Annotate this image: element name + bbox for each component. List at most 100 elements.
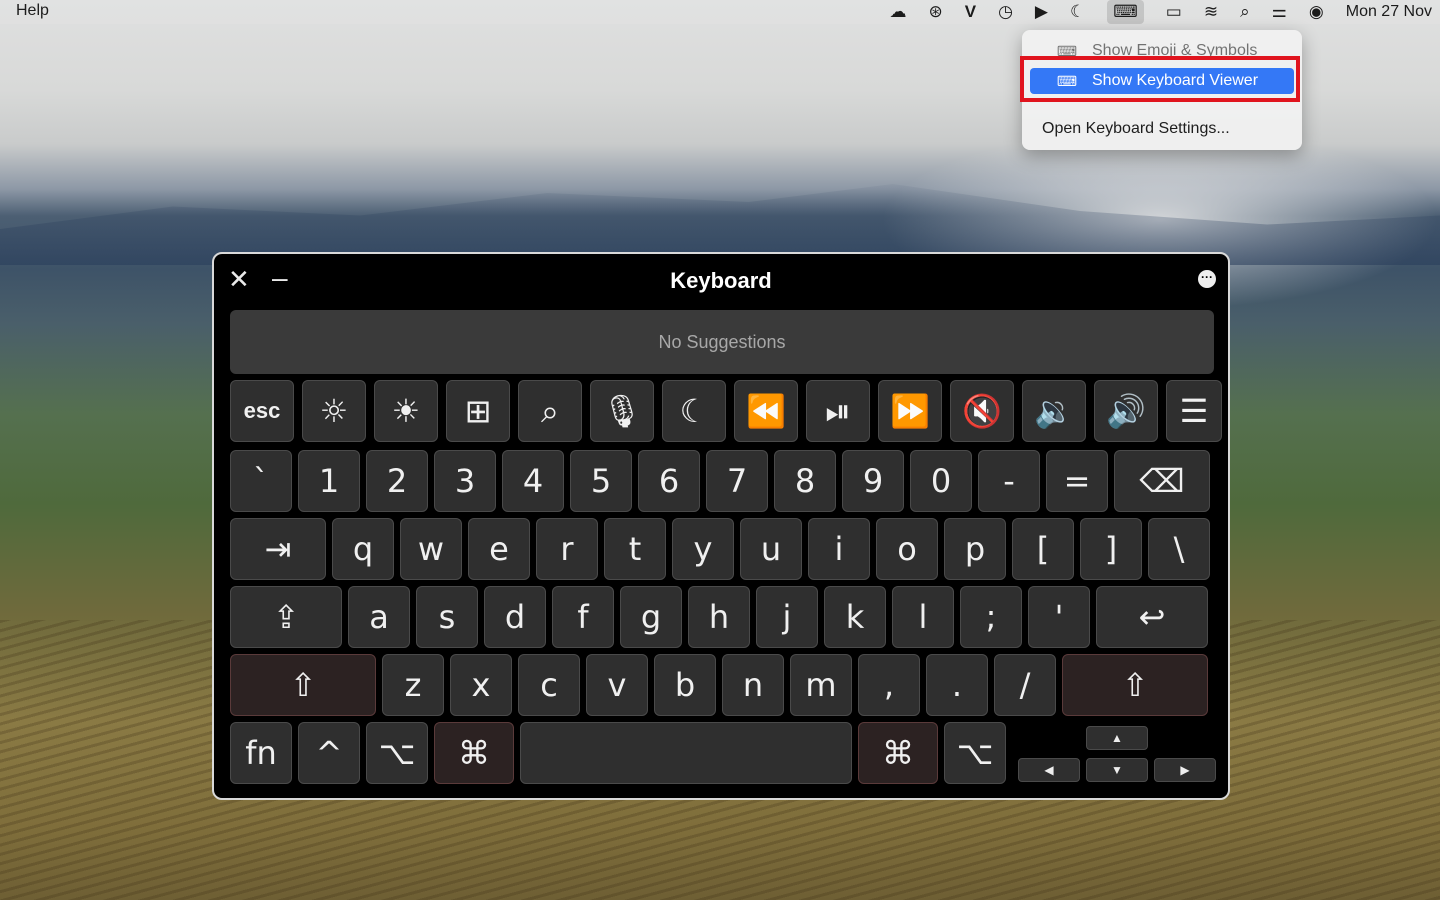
- cloud-icon[interactable]: ☁: [889, 0, 906, 24]
- moon-icon[interactable]: ☾: [1070, 0, 1085, 24]
- battery-icon[interactable]: ▭: [1166, 0, 1182, 24]
- key-fn-12[interactable]: 🔊: [1094, 380, 1158, 442]
- key-num-12[interactable]: =: [1046, 450, 1108, 512]
- key-arrow-down[interactable]: ▼: [1086, 758, 1148, 782]
- key-z-4[interactable]: v: [586, 654, 648, 716]
- key-q-10[interactable]: p: [944, 518, 1006, 580]
- key-z-8[interactable]: ,: [858, 654, 920, 716]
- key-num-13[interactable]: ⌫: [1114, 450, 1210, 512]
- key-arrow-left[interactable]: ◀: [1018, 758, 1080, 782]
- key-num-4[interactable]: 4: [502, 450, 564, 512]
- key-q-7[interactable]: u: [740, 518, 802, 580]
- key-z-9[interactable]: .: [926, 654, 988, 716]
- key-a-0[interactable]: ⇪: [230, 586, 342, 648]
- key-fn-7[interactable]: ⏪: [734, 380, 798, 442]
- key-z-10[interactable]: /: [994, 654, 1056, 716]
- search-icon[interactable]: ⌕: [1240, 0, 1250, 24]
- key-q-9[interactable]: o: [876, 518, 938, 580]
- key-num-6[interactable]: 6: [638, 450, 700, 512]
- key-q-2[interactable]: w: [400, 518, 462, 580]
- key-q-3[interactable]: e: [468, 518, 530, 580]
- key-a-9[interactable]: l: [892, 586, 954, 648]
- key-a-10[interactable]: ;: [960, 586, 1022, 648]
- title-bar: ✕ – Keyboard ···: [214, 254, 1228, 306]
- key-fn-1[interactable]: ☼: [302, 380, 366, 442]
- time-machine-icon[interactable]: ◷: [998, 0, 1013, 24]
- key-fn-10[interactable]: 🔇: [950, 380, 1014, 442]
- key-fn-2[interactable]: ☀: [374, 380, 438, 442]
- menu-item-label: Open Keyboard Settings...: [1042, 120, 1230, 137]
- key-num-5[interactable]: 5: [570, 450, 632, 512]
- vpn-icon[interactable]: V: [965, 0, 976, 24]
- key-bottom-3[interactable]: ⌘: [434, 722, 514, 784]
- key-bottom-1[interactable]: ^: [298, 722, 360, 784]
- key-arrow-right[interactable]: ▶: [1154, 758, 1216, 782]
- key-a-5[interactable]: g: [620, 586, 682, 648]
- key-bottom-2[interactable]: ⌥: [366, 722, 428, 784]
- menu-help[interactable]: Help: [16, 2, 49, 20]
- key-fn-6[interactable]: ☾: [662, 380, 726, 442]
- key-num-1[interactable]: 1: [298, 450, 360, 512]
- key-fn-4[interactable]: ⌕: [518, 380, 582, 442]
- key-bottom-6[interactable]: ⌥: [944, 722, 1006, 784]
- key-a-11[interactable]: ': [1028, 586, 1090, 648]
- key-q-8[interactable]: i: [808, 518, 870, 580]
- key-q-0[interactable]: ⇥: [230, 518, 326, 580]
- key-q-5[interactable]: t: [604, 518, 666, 580]
- key-a-4[interactable]: f: [552, 586, 614, 648]
- creative-cloud-icon[interactable]: ⊛: [928, 0, 942, 24]
- key-z-6[interactable]: n: [722, 654, 784, 716]
- key-bottom-5[interactable]: ⌘: [858, 722, 938, 784]
- key-num-8[interactable]: 8: [774, 450, 836, 512]
- key-q-4[interactable]: r: [536, 518, 598, 580]
- wifi-icon[interactable]: ≋: [1204, 0, 1218, 24]
- key-num-9[interactable]: 9: [842, 450, 904, 512]
- key-z-5[interactable]: b: [654, 654, 716, 716]
- key-num-0[interactable]: `: [230, 450, 292, 512]
- key-a-7[interactable]: j: [756, 586, 818, 648]
- key-a-3[interactable]: d: [484, 586, 546, 648]
- menu-clock[interactable]: Mon 27 Nov: [1346, 3, 1432, 21]
- key-q-13[interactable]: \: [1148, 518, 1210, 580]
- key-z-3[interactable]: c: [518, 654, 580, 716]
- key-a-1[interactable]: a: [348, 586, 410, 648]
- more-options-icon[interactable]: ···: [1198, 270, 1216, 288]
- key-z-2[interactable]: x: [450, 654, 512, 716]
- key-fn-8[interactable]: ⏯: [806, 380, 870, 442]
- key-bottom-0[interactable]: fn: [230, 722, 292, 784]
- key-z-7[interactable]: m: [790, 654, 852, 716]
- key-a-12[interactable]: ↩: [1096, 586, 1208, 648]
- key-a-6[interactable]: h: [688, 586, 750, 648]
- key-bottom-4[interactable]: [520, 722, 852, 784]
- key-q-6[interactable]: y: [672, 518, 734, 580]
- menu-item-open-keyboard-settings[interactable]: Open Keyboard Settings...: [1030, 116, 1294, 142]
- key-fn-3[interactable]: ⊞: [446, 380, 510, 442]
- key-num-7[interactable]: 7: [706, 450, 768, 512]
- key-a-8[interactable]: k: [824, 586, 886, 648]
- control-center-icon[interactable]: ⚌: [1272, 0, 1287, 24]
- key-num-3[interactable]: 3: [434, 450, 496, 512]
- keyboard-icon[interactable]: ⌨: [1107, 0, 1144, 24]
- key-fn-5[interactable]: 🎙: [590, 380, 654, 442]
- play-icon[interactable]: ▶: [1035, 0, 1048, 24]
- key-z-0[interactable]: ⇧: [230, 654, 376, 716]
- key-z-11[interactable]: ⇧: [1062, 654, 1208, 716]
- key-fn-9[interactable]: ⏩: [878, 380, 942, 442]
- key-z-1[interactable]: z: [382, 654, 444, 716]
- keyboard-viewer-window: ✕ – Keyboard ··· No Suggestions esc ☼ ☀ ⊞ ⌕ 🎙…: [212, 252, 1230, 800]
- key-arrow-up[interactable]: ▲: [1086, 726, 1148, 750]
- key-num-2[interactable]: 2: [366, 450, 428, 512]
- key-fn-0[interactable]: esc: [230, 380, 294, 442]
- key-num-11[interactable]: -: [978, 450, 1040, 512]
- key-q-12[interactable]: ]: [1080, 518, 1142, 580]
- window-title: Keyboard: [670, 268, 772, 293]
- key-fn-13[interactable]: ☰: [1166, 380, 1222, 442]
- menu-bar: Help ☁ ⊛ V ◷ ▶ ☾ ⌨ ▭ ≋ ⌕ ⚌ ◉ Mon 27 Nov: [0, 0, 1440, 24]
- key-fn-11[interactable]: 🔉: [1022, 380, 1086, 442]
- key-a-2[interactable]: s: [416, 586, 478, 648]
- key-num-10[interactable]: 0: [910, 450, 972, 512]
- key-q-11[interactable]: [: [1012, 518, 1074, 580]
- key-q-1[interactable]: q: [332, 518, 394, 580]
- siri-icon[interactable]: ◉: [1309, 0, 1324, 24]
- suggestion-bar: No Suggestions: [230, 310, 1214, 374]
